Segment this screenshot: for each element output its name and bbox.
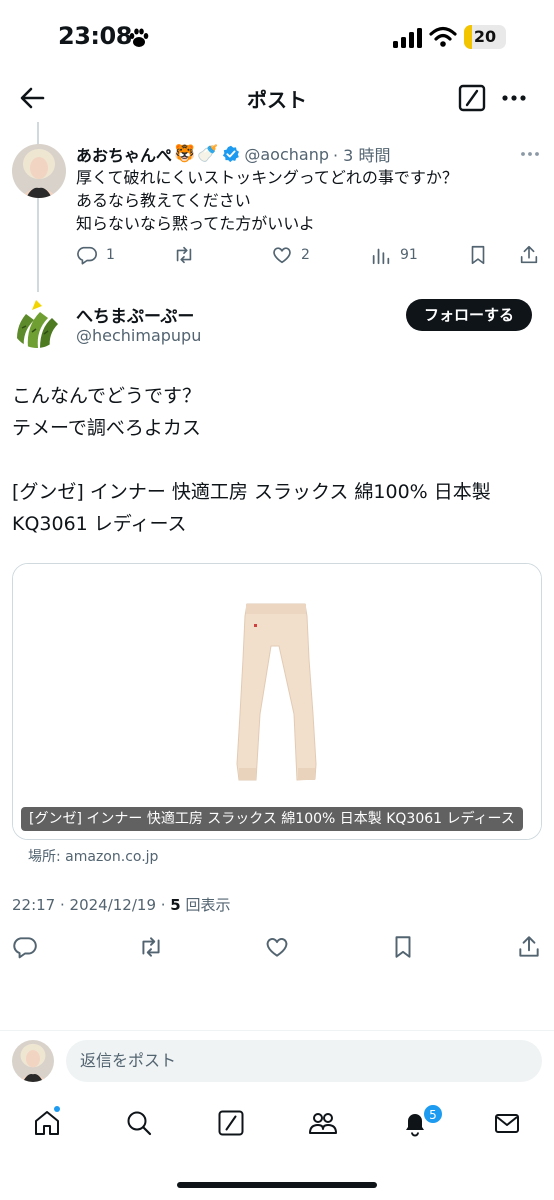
card-domain[interactable]: 場所: amazon.co.jp [28, 846, 158, 866]
main-post-actions [12, 934, 542, 960]
parent-post-actions: 1 2 91 [76, 242, 546, 268]
tab-grok[interactable] [216, 1108, 246, 1138]
card-caption-text: [グンゼ] インナー 快適工房 スラックス 綿100% 日本製 KQ3061 レ… [29, 811, 515, 827]
reply-count: 1 [106, 247, 115, 263]
bookmark-button[interactable] [390, 934, 416, 960]
status-time: 23:08 [58, 22, 132, 50]
unread-dot [54, 1106, 60, 1112]
views-count: 5 [170, 896, 181, 914]
battery-level: 20 [473, 27, 497, 46]
post-text-line: テメーで調べろよカス [12, 417, 201, 439]
main-post-text: こんなんでどうです？ テメーで調べろよカス [グンゼ] インナー 快適工房 スラ… [12, 380, 542, 540]
like-button[interactable] [264, 934, 290, 960]
post-time: · 3 時間 [333, 146, 391, 165]
post-text-line: [グンゼ] インナー 快適工房 スラックス 綿100% 日本製 [12, 481, 491, 503]
grok-icon [218, 1110, 244, 1136]
author-name[interactable]: あおちゃんぺ [76, 142, 172, 166]
more-icon[interactable] [518, 144, 542, 164]
author-name[interactable]: へちまぷーぷー [76, 302, 194, 327]
avatar[interactable] [12, 144, 66, 198]
like-button[interactable]: 2 [271, 242, 310, 268]
parent-post-text: 厚くて破れにくいストッキングってどれの事ですか？ あるなら教えてください 知らな… [76, 166, 536, 235]
bookmark-icon [471, 245, 485, 265]
reply-icon [77, 246, 97, 265]
product-image [13, 564, 541, 839]
heart-icon [273, 247, 291, 264]
share-button[interactable] [516, 934, 542, 960]
wifi-icon [429, 26, 457, 47]
more-icon[interactable] [500, 84, 528, 112]
avatar-image [12, 298, 62, 348]
nav-bar: ポスト [0, 76, 554, 120]
mail-icon [495, 1114, 519, 1133]
tab-communities[interactable] [308, 1108, 338, 1138]
tab-home[interactable] [32, 1108, 62, 1138]
author-handle[interactable]: @hechimapupu [76, 326, 201, 345]
home-icon [35, 1111, 59, 1135]
repost-icon [142, 937, 160, 957]
reply-input[interactable]: 返信をポスト [66, 1040, 542, 1082]
avatar [12, 1040, 54, 1082]
views-label: 回表示 [180, 896, 231, 914]
repost-button[interactable] [173, 242, 195, 268]
bookmark-button[interactable] [467, 242, 489, 268]
signal-icon [393, 28, 422, 48]
post-text-line: 知らないなら黙ってた方がいいよ [76, 214, 315, 233]
post-timestamp[interactable]: 22:17 · 2024/12/19 · [12, 896, 170, 914]
heart-icon [266, 937, 288, 957]
card-caption: [グンゼ] インナー 快適工房 スラックス 綿100% 日本製 KQ3061 レ… [21, 807, 523, 831]
divider [0, 1030, 554, 1031]
avatar-image [12, 1040, 54, 1082]
follow-button[interactable]: フォローする [406, 299, 532, 331]
post-text-line: あるなら教えてください [76, 191, 251, 210]
communities-icon [309, 1113, 337, 1134]
share-icon [520, 245, 538, 264]
tab-search[interactable] [124, 1108, 154, 1138]
link-card[interactable]: [グンゼ] インナー 快適工房 スラックス 綿100% 日本製 KQ3061 レ… [12, 563, 542, 840]
tiger-emoji: 🐯 [174, 144, 196, 164]
views-icon [372, 248, 390, 265]
share-icon [519, 936, 539, 957]
status-bar: 23:08 20 [0, 0, 554, 76]
tab-bar [0, 1100, 554, 1150]
post-meta: 22:17 · 2024/12/19 · 5 回表示 [12, 894, 231, 915]
post-text-line [12, 444, 542, 476]
verified-badge-icon [223, 145, 240, 163]
like-count: 2 [301, 247, 310, 263]
avatar-image [12, 144, 66, 198]
bookmark-icon [395, 936, 411, 958]
repost-button[interactable] [138, 934, 164, 960]
paw-icon [129, 28, 149, 47]
baby-bottle-emoji: 🍼 [197, 144, 219, 164]
reply-button[interactable]: 1 [76, 242, 115, 268]
author-handle[interactable]: @aochanp [244, 145, 329, 164]
share-button[interactable] [518, 242, 540, 268]
battery-indicator: 20 [464, 25, 506, 49]
post-text-line: KQ3061 レディース [12, 513, 187, 535]
repost-icon [176, 246, 192, 264]
reply-icon [13, 937, 37, 959]
reply-button[interactable] [12, 934, 38, 960]
search-icon [127, 1111, 152, 1136]
home-indicator [177, 1182, 377, 1188]
notification-badge: 5 [423, 1104, 443, 1124]
tab-messages[interactable] [492, 1108, 522, 1138]
parent-post-header: あおちゃんぺ 🐯 🍼 @aochanp · 3 時間 [76, 142, 390, 166]
avatar[interactable] [12, 298, 62, 348]
grok-icon[interactable] [458, 84, 486, 112]
views-count: 91 [400, 247, 418, 263]
post-text-line: こんなんでどうです？ [12, 385, 202, 407]
post-text-line: 厚くて破れにくいストッキングってどれの事ですか？ [76, 168, 458, 187]
views-button[interactable]: 91 [370, 242, 418, 268]
